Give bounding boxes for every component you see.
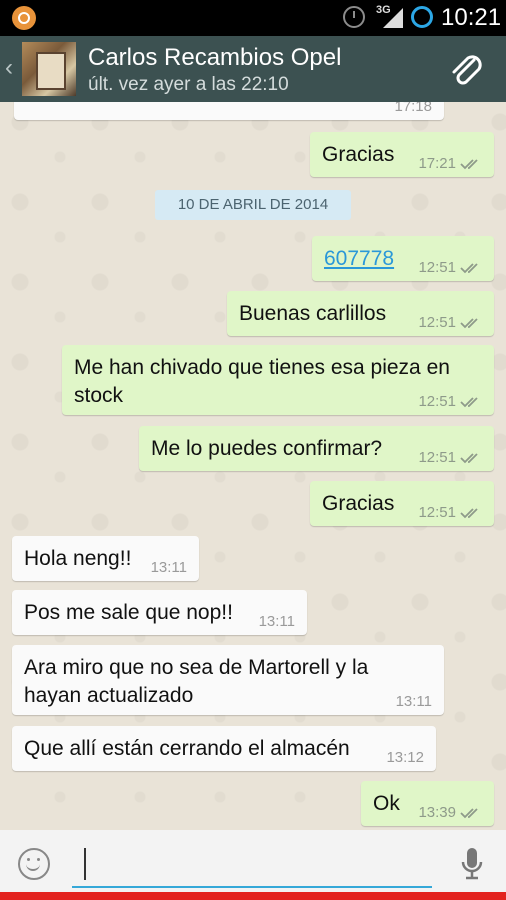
message-text: Hola neng!! bbox=[24, 547, 132, 570]
double-check-icon bbox=[460, 453, 478, 464]
microphone-icon[interactable] bbox=[458, 846, 486, 882]
message-time: 13:11 bbox=[395, 693, 432, 710]
smiley-icon[interactable] bbox=[18, 848, 50, 880]
sync-icon bbox=[411, 6, 433, 28]
last-seen: últ. vez ayer a las 22:10 bbox=[88, 74, 289, 95]
message-outgoing[interactable]: Ok 13:39 bbox=[361, 781, 494, 826]
message-time: 12:51 bbox=[418, 259, 456, 276]
bottom-strip bbox=[0, 892, 506, 900]
message-incoming[interactable]: Pos me sale que nop!! 13:11 bbox=[12, 590, 307, 635]
message-meta: 12:51 bbox=[418, 314, 482, 331]
back-chevron-icon[interactable]: ‹ bbox=[5, 54, 13, 82]
message-meta: 12:51 bbox=[418, 393, 482, 410]
message-time: 12:51 bbox=[418, 393, 456, 410]
message-time: 12:51 bbox=[418, 314, 456, 331]
status-bar: 3G 10:21 bbox=[0, 0, 506, 36]
alarm-icon bbox=[343, 6, 365, 28]
double-check-icon bbox=[460, 397, 478, 408]
message-meta: 12:51 bbox=[418, 259, 482, 276]
chat-header: ‹ Carlos Recambios Opel últ. vez ayer a … bbox=[0, 36, 506, 102]
message-input[interactable] bbox=[72, 842, 432, 888]
message-time: 12:51 bbox=[418, 449, 456, 466]
chat-area[interactable]: 17:18 Gracias 17:21 10 DE ABRIL DE 2014 … bbox=[0, 102, 506, 830]
message-text: Pos me sale que nop!! bbox=[24, 601, 233, 624]
message-time: 13:11 bbox=[258, 613, 295, 630]
message-incoming[interactable]: Hola neng!! 13:11 bbox=[12, 536, 199, 581]
message-incoming[interactable]: 17:18 bbox=[14, 102, 444, 120]
contact-name[interactable]: Carlos Recambios Opel bbox=[88, 44, 341, 72]
message-outgoing[interactable]: Me han chivado que tienes esa pieza en s… bbox=[62, 345, 494, 415]
double-check-icon bbox=[460, 159, 478, 170]
message-time: 13:39 bbox=[418, 804, 456, 821]
message-meta: 12:51 bbox=[418, 449, 482, 466]
message-time: 17:21 bbox=[418, 155, 456, 172]
message-text: Me lo puedes confirmar? bbox=[151, 437, 383, 460]
paperclip-icon[interactable] bbox=[446, 50, 486, 90]
message-meta: 17:21 bbox=[418, 155, 482, 172]
message-outgoing[interactable]: Buenas carlillos 12:51 bbox=[227, 291, 494, 336]
message-outgoing[interactable]: Gracias 12:51 bbox=[310, 481, 494, 526]
message-outgoing[interactable]: Gracias 17:21 bbox=[310, 132, 494, 177]
double-check-icon bbox=[460, 318, 478, 329]
message-time: 13:11 bbox=[150, 559, 187, 576]
message-text: Gracias bbox=[322, 143, 395, 166]
double-check-icon bbox=[460, 263, 478, 274]
message-meta: 12:51 bbox=[418, 504, 482, 521]
message-incoming[interactable]: Ara miro que no sea de Martorell y la ha… bbox=[12, 645, 444, 715]
message-input-bar bbox=[0, 830, 506, 892]
message-outgoing[interactable]: 607778 12:51 bbox=[312, 236, 494, 281]
signal-icon bbox=[383, 8, 403, 28]
phone-link[interactable]: 607778 bbox=[324, 245, 394, 273]
message-text: Buenas carlillos bbox=[239, 302, 387, 325]
message-text: Gracias bbox=[322, 492, 395, 515]
app-notification-icon bbox=[12, 6, 36, 30]
message-incoming[interactable]: Que allí están cerrando el almacén 13:12 bbox=[12, 726, 436, 771]
message-outgoing[interactable]: Me lo puedes confirmar? 12:51 bbox=[139, 426, 494, 471]
message-text: Que allí están cerrando el almacén bbox=[24, 737, 350, 760]
status-time: 10:21 bbox=[441, 4, 502, 31]
message-text: Ok bbox=[373, 792, 400, 815]
message-time: 12:51 bbox=[418, 504, 456, 521]
date-separator: 10 DE ABRIL DE 2014 bbox=[155, 190, 351, 220]
message-text: Ara miro que no sea de Martorell y la ha… bbox=[24, 656, 369, 707]
double-check-icon bbox=[460, 808, 478, 819]
avatar[interactable] bbox=[22, 42, 76, 96]
message-meta: 13:39 bbox=[418, 804, 482, 821]
text-cursor bbox=[84, 848, 86, 880]
message-time: 13:12 bbox=[386, 749, 424, 766]
message-time: 17:18 bbox=[394, 102, 432, 115]
double-check-icon bbox=[460, 508, 478, 519]
